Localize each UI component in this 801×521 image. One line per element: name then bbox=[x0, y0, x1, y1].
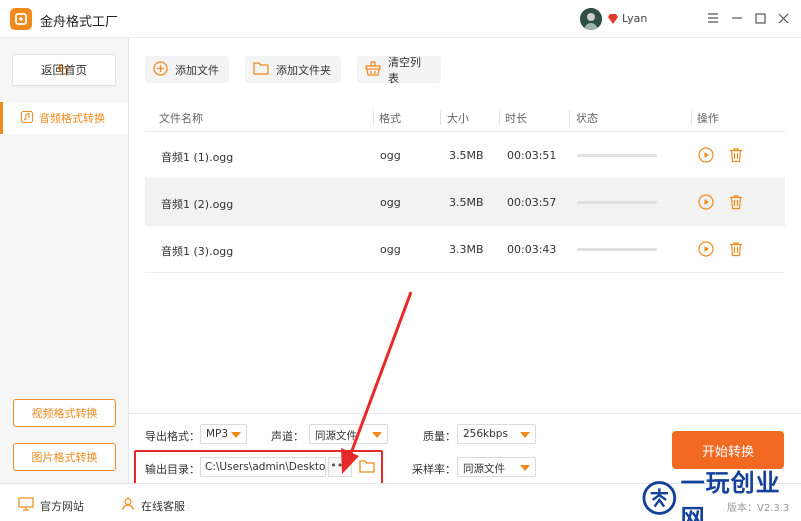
table-header: 文件名称 格式 大小 时长 状态 操作 bbox=[145, 104, 785, 132]
quality-value: 256kbps bbox=[463, 428, 508, 440]
file-format: ogg bbox=[380, 196, 401, 209]
app-title: 金舟格式工厂 bbox=[40, 15, 119, 30]
folder-icon bbox=[253, 61, 269, 78]
export-format-value: MP3 bbox=[206, 428, 229, 440]
file-size: 3.5MB bbox=[449, 196, 484, 209]
progress-bar bbox=[577, 201, 657, 204]
annotation-arrow bbox=[341, 291, 413, 474]
export-format-label: 导出格式： bbox=[145, 430, 200, 443]
sidebar-item-image-convert[interactable]: 图片格式转换 bbox=[13, 443, 116, 471]
add-folder-button[interactable]: 添加文件夹 bbox=[245, 56, 341, 83]
vip-diamond-icon bbox=[607, 13, 619, 25]
table-row[interactable]: 音频1 (1).ogg ogg 3.5MB 00:03:51 bbox=[145, 132, 785, 179]
close-icon[interactable] bbox=[773, 8, 793, 28]
chevron-down-icon bbox=[520, 432, 530, 438]
chevron-down-icon bbox=[231, 432, 241, 438]
add-file-label: 添加文件 bbox=[175, 63, 219, 77]
official-site-link[interactable]: 官方网站 bbox=[18, 497, 84, 514]
add-folder-label: 添加文件夹 bbox=[276, 63, 331, 77]
file-name: 音频1 (1).ogg bbox=[161, 151, 234, 164]
app-logo-icon bbox=[10, 8, 32, 30]
file-duration: 00:03:43 bbox=[507, 243, 557, 256]
file-size: 3.5MB bbox=[449, 149, 484, 162]
trash-icon[interactable] bbox=[728, 241, 744, 257]
avatar[interactable] bbox=[580, 8, 602, 30]
play-icon[interactable] bbox=[698, 241, 714, 257]
column-header-actions: 操作 bbox=[697, 112, 719, 125]
add-icon bbox=[153, 60, 168, 79]
progress-bar bbox=[577, 154, 657, 157]
clear-list-button[interactable]: 清空列表 bbox=[357, 55, 441, 85]
file-format: ogg bbox=[380, 149, 401, 162]
sample-rate-select[interactable]: 同源文件 bbox=[457, 457, 536, 477]
file-name: 音频1 (2).ogg bbox=[161, 198, 234, 211]
column-header-status: 状态 bbox=[576, 112, 598, 125]
sidebar-item-audio-convert[interactable]: 音频格式转换 bbox=[0, 102, 128, 134]
play-icon[interactable] bbox=[698, 194, 714, 210]
person-icon bbox=[121, 497, 135, 514]
progress-bar bbox=[577, 248, 657, 251]
file-duration: 00:03:57 bbox=[507, 196, 557, 209]
watermark-logo-icon bbox=[642, 480, 677, 515]
add-file-button[interactable]: 添加文件 bbox=[145, 56, 229, 83]
column-header-name: 文件名称 bbox=[159, 112, 203, 125]
watermark: 一玩创业网 bbox=[642, 468, 801, 521]
watermark-text: 一玩创业网 bbox=[680, 467, 781, 521]
online-service-link[interactable]: 在线客服 bbox=[121, 497, 185, 514]
home-button[interactable]: 返回首页 bbox=[12, 54, 116, 86]
file-format: ogg bbox=[380, 243, 401, 256]
home-button-label: 返回首页 bbox=[41, 63, 87, 77]
play-icon[interactable] bbox=[698, 147, 714, 163]
trash-icon[interactable] bbox=[728, 194, 744, 210]
column-header-size: 大小 bbox=[447, 112, 469, 125]
file-duration: 00:03:51 bbox=[507, 149, 557, 162]
username[interactable]: Lyan bbox=[622, 12, 647, 25]
sidebar: 返回首页 音频格式转换 视频格式转换 图片格式转换 bbox=[0, 38, 129, 483]
title-bar: 金舟格式工厂 Lyan bbox=[0, 0, 801, 38]
basket-icon bbox=[365, 60, 381, 79]
audio-icon bbox=[21, 110, 33, 126]
channel-label: 声道： bbox=[271, 430, 304, 443]
trash-icon[interactable] bbox=[728, 147, 744, 163]
minimize-icon[interactable] bbox=[727, 8, 747, 28]
monitor-icon bbox=[18, 497, 34, 514]
official-site-label: 官方网站 bbox=[40, 499, 84, 513]
sidebar-item-label: 音频格式转换 bbox=[39, 112, 105, 125]
table-row[interactable]: 音频1 (2).ogg ogg 3.5MB 00:03:57 bbox=[145, 179, 785, 226]
maximize-icon[interactable] bbox=[750, 8, 770, 28]
quality-select[interactable]: 256kbps bbox=[457, 424, 536, 444]
file-name: 音频1 (3).ogg bbox=[161, 245, 234, 258]
column-header-format: 格式 bbox=[379, 112, 401, 125]
chevron-down-icon bbox=[520, 465, 530, 471]
sidebar-item-video-convert[interactable]: 视频格式转换 bbox=[13, 399, 116, 427]
export-format-select[interactable]: MP3 bbox=[200, 424, 247, 444]
menu-icon[interactable] bbox=[703, 8, 723, 28]
clear-list-label: 清空列表 bbox=[388, 55, 421, 85]
file-size: 3.3MB bbox=[449, 243, 484, 256]
table-row[interactable]: 音频1 (3).ogg ogg 3.3MB 00:03:43 bbox=[145, 226, 785, 273]
sample-rate-value: 同源文件 bbox=[463, 463, 505, 475]
online-service-label: 在线客服 bbox=[141, 499, 185, 513]
column-header-duration: 时长 bbox=[505, 112, 527, 125]
quality-label: 质量： bbox=[423, 430, 456, 443]
